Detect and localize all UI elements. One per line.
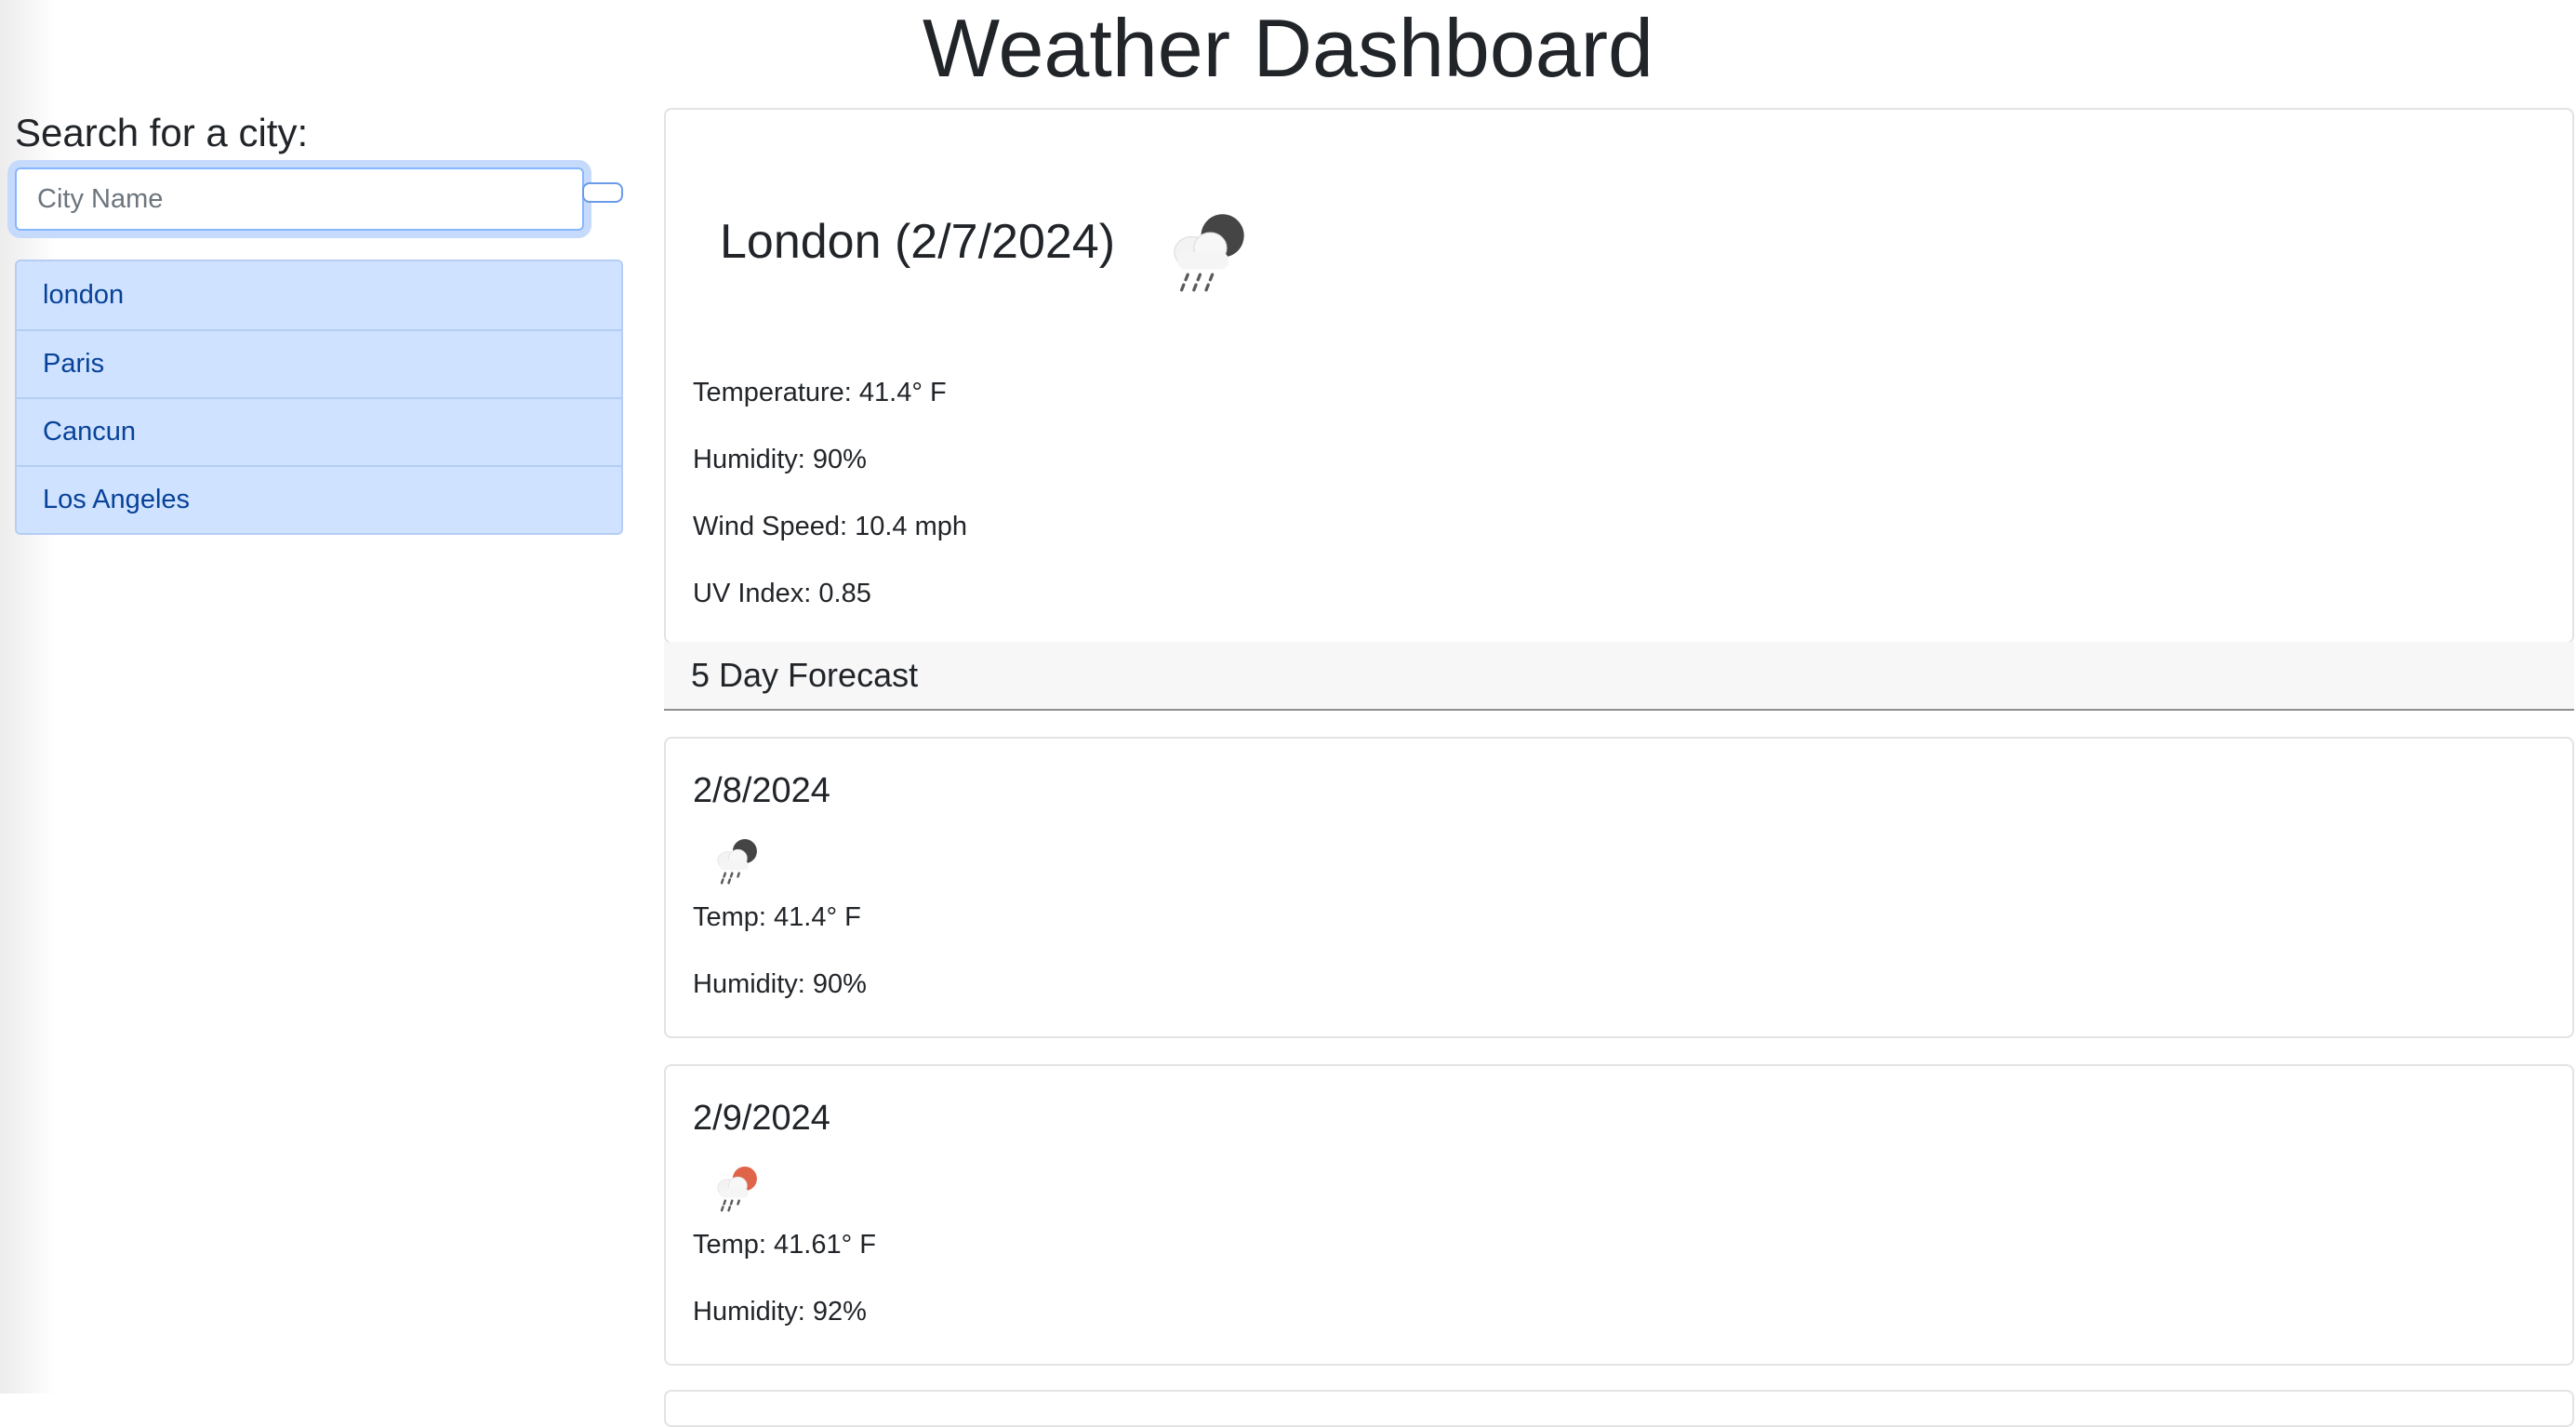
current-wind-speed: Wind Speed: 10.4 mph <box>693 512 968 541</box>
city-search-input[interactable] <box>15 167 584 231</box>
forecast-humidity: Humidity: 92% <box>693 1297 867 1327</box>
search-label: Search for a city: <box>15 111 309 154</box>
forecast-card: 2/9/2024 Temp: 41.61° F Humidity: 92% <box>664 1064 2574 1366</box>
rain-cloud-dark-icon <box>1174 214 1244 292</box>
current-uv-index: UV Index: 0.85 <box>693 579 871 608</box>
forecast-date: 2/8/2024 <box>693 771 830 810</box>
current-humidity: Humidity: 90% <box>693 445 867 474</box>
forecast-temp: Temp: 41.61° F <box>693 1230 876 1260</box>
forecast-humidity: Humidity: 90% <box>693 969 867 999</box>
page-title: Weather Dashboard <box>923 2 1653 94</box>
history-item-los-angeles[interactable]: Los Angeles <box>17 465 621 533</box>
rain-cloud-dark-icon <box>717 839 757 885</box>
history-item-london[interactable]: london <box>17 261 621 329</box>
current-city-heading: London (2/7/2024) <box>720 215 1116 269</box>
history-item-paris[interactable]: Paris <box>17 329 621 397</box>
search-history-list: london Paris Cancun Los Angeles <box>15 260 623 535</box>
forecast-temp: Temp: 41.4° F <box>693 902 861 932</box>
forecast-card-partial <box>664 1390 2574 1427</box>
forecast-title: 5 Day Forecast <box>664 642 2574 711</box>
search-button[interactable] <box>582 182 623 203</box>
current-weather-card: London (2/7/2024) Temperature: 41.4° F H… <box>664 108 2574 644</box>
history-item-cancun[interactable]: Cancun <box>17 397 621 465</box>
forecast-date: 2/9/2024 <box>693 1099 830 1138</box>
current-temperature: Temperature: 41.4° F <box>693 378 947 407</box>
forecast-card: 2/8/2024 Temp: 41.4° F Humidity: 90% <box>664 737 2574 1038</box>
rain-cloud-sun-icon <box>717 1167 757 1212</box>
